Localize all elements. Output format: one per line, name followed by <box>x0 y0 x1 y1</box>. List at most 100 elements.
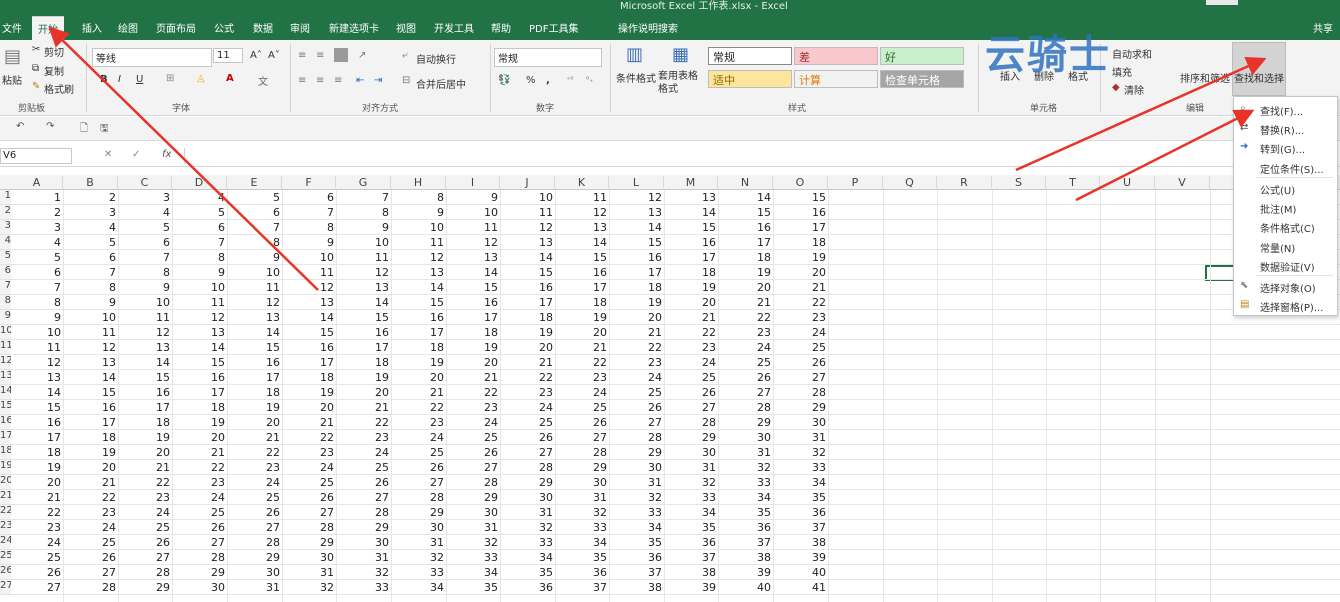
tab-10[interactable]: 开发工具 <box>434 20 474 35</box>
column-header-U[interactable]: U <box>1100 176 1155 190</box>
table-format-icon[interactable]: ▦ <box>672 44 689 65</box>
cell-C20[interactable]: 22 <box>118 476 172 489</box>
cell-H3[interactable]: 10 <box>391 221 446 234</box>
cell-B6[interactable]: 7 <box>63 266 118 279</box>
align-left-icon[interactable]: ≡ <box>298 75 306 86</box>
cell-E3[interactable]: 7 <box>227 221 282 234</box>
cell-I27[interactable]: 35 <box>446 581 500 594</box>
cell-O6[interactable]: 20 <box>773 266 828 279</box>
clear-button[interactable]: 清除 <box>1124 82 1144 97</box>
cell-M21[interactable]: 33 <box>664 491 718 504</box>
cell-L7[interactable]: 18 <box>609 281 664 294</box>
paste-button[interactable]: 粘贴 <box>2 72 22 87</box>
cell-F4[interactable]: 9 <box>282 236 336 249</box>
cell-E20[interactable]: 24 <box>227 476 282 489</box>
cell-J2[interactable]: 11 <box>500 206 555 219</box>
cell-F26[interactable]: 31 <box>282 566 336 579</box>
cell-C5[interactable]: 7 <box>118 251 172 264</box>
indent-increase-icon[interactable]: ⇥ <box>374 75 382 86</box>
cell-I7[interactable]: 15 <box>446 281 500 294</box>
cell-M15[interactable]: 27 <box>664 401 718 414</box>
cell-K12[interactable]: 22 <box>555 356 609 369</box>
cell-J18[interactable]: 27 <box>500 446 555 459</box>
number-format-select[interactable]: 常规 <box>494 48 602 67</box>
cell-A19[interactable]: 19 <box>11 461 63 474</box>
cell-H22[interactable]: 29 <box>391 506 446 519</box>
align-right-icon[interactable]: ≡ <box>334 75 342 86</box>
cell-E15[interactable]: 19 <box>227 401 282 414</box>
cell-E19[interactable]: 23 <box>227 461 282 474</box>
cell-K25[interactable]: 35 <box>555 551 609 564</box>
conditional-format-button[interactable]: 条件格式 <box>616 70 656 85</box>
tab-7[interactable]: 审阅 <box>290 20 310 35</box>
cell-I8[interactable]: 16 <box>446 296 500 309</box>
cell-J8[interactable]: 17 <box>500 296 555 309</box>
cell-L12[interactable]: 23 <box>609 356 664 369</box>
cell-I2[interactable]: 10 <box>446 206 500 219</box>
tab-0[interactable]: 文件 <box>2 20 22 35</box>
cell-A16[interactable]: 16 <box>11 416 63 429</box>
cell-O18[interactable]: 32 <box>773 446 828 459</box>
cell-H20[interactable]: 27 <box>391 476 446 489</box>
cell-E5[interactable]: 9 <box>227 251 282 264</box>
menu-item-7[interactable]: 常量(N) <box>1260 240 1295 255</box>
cell-E18[interactable]: 22 <box>227 446 282 459</box>
formula-input[interactable] <box>184 148 1340 164</box>
undo-icon[interactable]: ↶ <box>16 121 24 132</box>
cell-G27[interactable]: 33 <box>336 581 391 594</box>
cell-B16[interactable]: 17 <box>63 416 118 429</box>
style-normal[interactable]: 常规 <box>708 47 792 65</box>
cell-E26[interactable]: 30 <box>227 566 282 579</box>
cell-G13[interactable]: 19 <box>336 371 391 384</box>
cell-N27[interactable]: 40 <box>718 581 773 594</box>
tab-12[interactable]: PDF工具集 <box>529 20 578 35</box>
bold-button[interactable]: B <box>100 74 108 85</box>
cell-E22[interactable]: 26 <box>227 506 282 519</box>
cell-O25[interactable]: 39 <box>773 551 828 564</box>
cell-I6[interactable]: 14 <box>446 266 500 279</box>
cell-I23[interactable]: 31 <box>446 521 500 534</box>
cell-F5[interactable]: 10 <box>282 251 336 264</box>
cell-C13[interactable]: 15 <box>118 371 172 384</box>
cell-I20[interactable]: 28 <box>446 476 500 489</box>
cell-M23[interactable]: 35 <box>664 521 718 534</box>
cell-J9[interactable]: 18 <box>500 311 555 324</box>
cell-B20[interactable]: 21 <box>63 476 118 489</box>
cell-D7[interactable]: 10 <box>172 281 227 294</box>
cell-F16[interactable]: 21 <box>282 416 336 429</box>
cell-D1[interactable]: 4 <box>172 191 227 204</box>
cell-C25[interactable]: 27 <box>118 551 172 564</box>
cell-J15[interactable]: 24 <box>500 401 555 414</box>
cell-D4[interactable]: 7 <box>172 236 227 249</box>
cell-J19[interactable]: 28 <box>500 461 555 474</box>
cell-A11[interactable]: 11 <box>11 341 63 354</box>
row-header[interactable]: 21 <box>0 490 11 505</box>
cell-O26[interactable]: 40 <box>773 566 828 579</box>
cell-A6[interactable]: 6 <box>11 266 63 279</box>
cell-O1[interactable]: 15 <box>773 191 828 204</box>
cell-A15[interactable]: 15 <box>11 401 63 414</box>
cell-B4[interactable]: 5 <box>63 236 118 249</box>
cell-L22[interactable]: 33 <box>609 506 664 519</box>
tab-1[interactable]: 开始 <box>32 16 64 40</box>
sort-filter-button[interactable]: 排序和筛选 <box>1180 70 1230 85</box>
menu-item-0[interactable]: 查找(F)... <box>1260 103 1303 118</box>
cell-K24[interactable]: 34 <box>555 536 609 549</box>
cell-M7[interactable]: 19 <box>664 281 718 294</box>
cell-I24[interactable]: 32 <box>446 536 500 549</box>
cell-L25[interactable]: 36 <box>609 551 664 564</box>
conditional-format-icon[interactable]: ▥ <box>626 44 643 65</box>
cell-K11[interactable]: 21 <box>555 341 609 354</box>
cell-N14[interactable]: 27 <box>718 386 773 399</box>
font-size-select[interactable]: 11 <box>213 48 243 63</box>
cell-A26[interactable]: 26 <box>11 566 63 579</box>
cell-D5[interactable]: 8 <box>172 251 227 264</box>
cell-J14[interactable]: 23 <box>500 386 555 399</box>
enter-icon[interactable]: ✓ <box>132 149 140 160</box>
cell-D27[interactable]: 30 <box>172 581 227 594</box>
cell-H25[interactable]: 32 <box>391 551 446 564</box>
cell-M13[interactable]: 25 <box>664 371 718 384</box>
cell-N12[interactable]: 25 <box>718 356 773 369</box>
cell-F25[interactable]: 30 <box>282 551 336 564</box>
cell-O27[interactable]: 41 <box>773 581 828 594</box>
